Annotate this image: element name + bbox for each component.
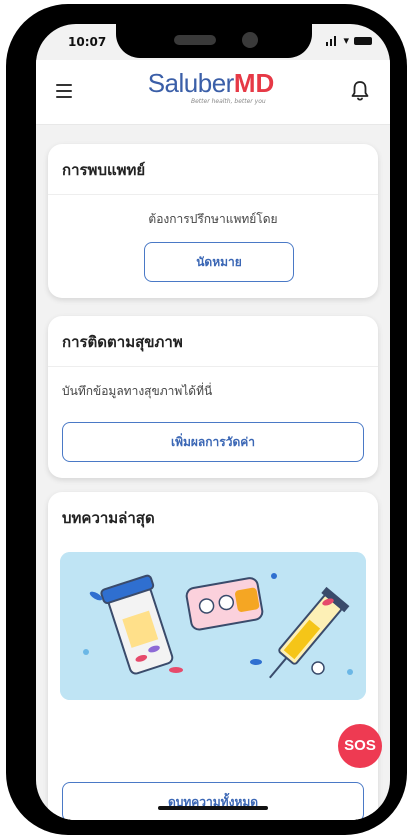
view-all-articles-button[interactable]: ดูบทความทั้งหมด	[62, 782, 364, 820]
speaker-grille	[174, 35, 216, 45]
status-time: 10:07	[68, 35, 107, 49]
sos-button[interactable]: SOS	[338, 724, 382, 768]
health-card-title: การติดตามสุขภาพ	[62, 333, 183, 351]
article-image[interactable]	[60, 552, 366, 700]
logo-brand-prefix: Saluber	[147, 68, 235, 98]
appointment-button[interactable]: นัดหมาย	[144, 242, 294, 282]
bell-icon[interactable]	[350, 80, 370, 102]
device-notch	[116, 24, 312, 58]
add-measurement-button[interactable]: เพิ่มผลการวัดค่า	[62, 422, 364, 462]
health-tracking-card: การติดตามสุขภาพ บันทึกข้อมูลทางสุขภาพได้…	[48, 316, 378, 478]
app-screen: 10:07 ▾ SaluberMD Better health, better …	[36, 24, 390, 820]
hamburger-menu-icon[interactable]	[56, 84, 72, 98]
app-header: SaluberMD Better health, better you	[36, 60, 390, 125]
logo-brand-suffix: MD	[233, 68, 275, 98]
logo-tagline: Better health, better you	[191, 98, 266, 105]
saluber-md-logo: SaluberMD Better health, better you	[131, 68, 291, 112]
card-divider	[48, 194, 378, 195]
card-divider	[48, 366, 378, 367]
front-camera	[242, 32, 258, 48]
medical-illustration	[60, 552, 366, 700]
phone-frame: 10:07 ▾ SaluberMD Better health, better …	[6, 4, 407, 835]
wifi-icon: ▾	[343, 34, 349, 47]
doctor-card-subtitle: ต้องการปรึกษาแพทย์โดย	[148, 212, 278, 226]
doctor-card-title: การพบแพทย์	[62, 161, 146, 179]
signal-icon	[326, 35, 338, 46]
doctor-card: การพบแพทย์ ต้องการปรึกษาแพทย์โดย นัดหมาย	[48, 144, 378, 298]
latest-articles-card: บทความล่าสุด ดูบทความทั้งหมด	[48, 492, 378, 820]
articles-card-title: บทความล่าสุด	[62, 509, 155, 527]
home-indicator	[158, 806, 268, 810]
health-card-subtitle: บันทึกข้อมูลทางสุขภาพได้ที่นี่	[62, 384, 213, 398]
battery-icon	[354, 36, 372, 45]
status-icons: ▾	[326, 34, 372, 47]
